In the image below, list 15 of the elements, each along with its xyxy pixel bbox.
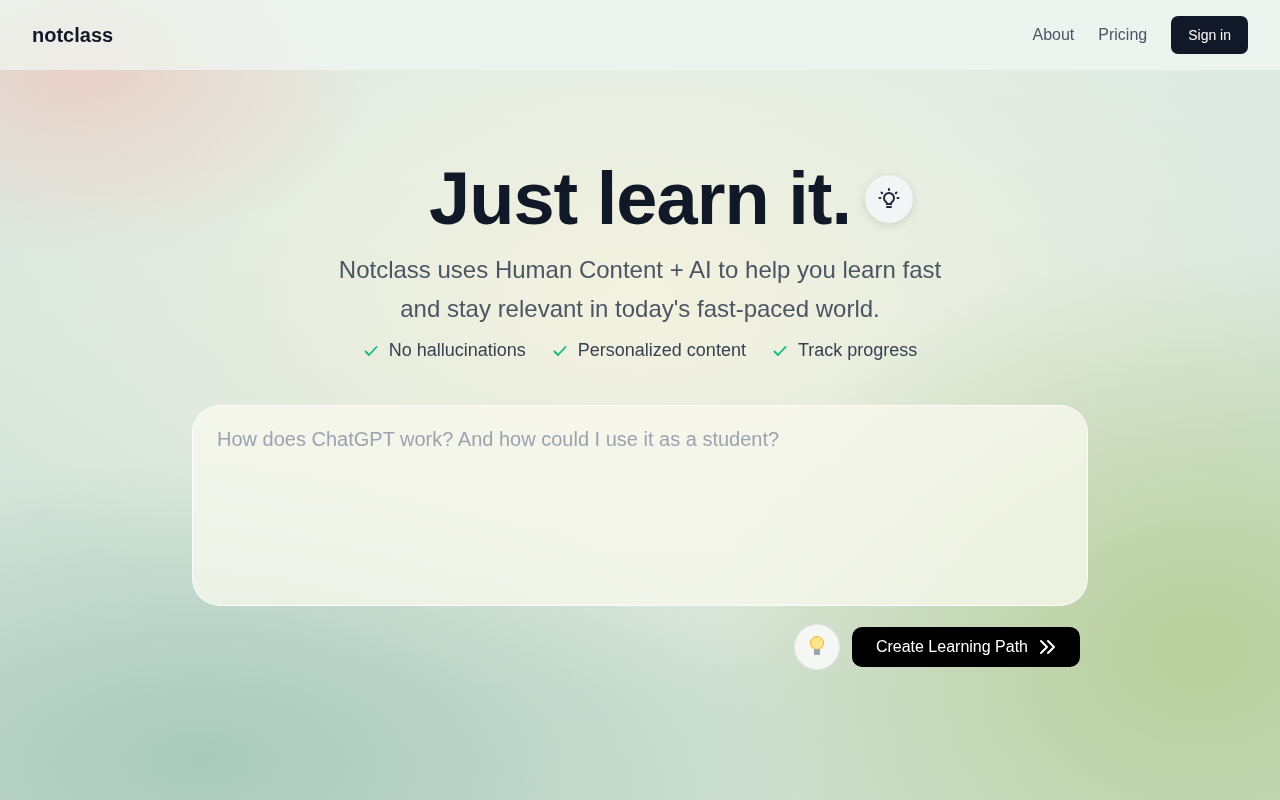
- nav-link[interactable]: Pricing: [1098, 26, 1148, 44]
- idea-button[interactable]: [793, 624, 840, 670]
- double-chevron-icon: [1038, 638, 1056, 656]
- question-input-field[interactable]: How does ChatGPT work? And how could I use it as a student?: [192, 405, 1088, 606]
- feature-label: No hallucinations: [388, 340, 526, 361]
- nav-link[interactable]: About: [1032, 26, 1075, 44]
- hero-subtitle: Notclass uses Human Content + AI to help you learn fast and stay relevant in today's fast-paced world.: [338, 255, 942, 324]
- feature-label: Track progress: [797, 340, 918, 361]
- logo[interactable]: notclass: [32, 23, 114, 47]
- lightbulb-icon: [808, 636, 825, 658]
- sign-in-button[interactable]: Sign in: [1171, 16, 1248, 54]
- hero-title: Just learn it.: [429, 156, 851, 242]
- create-learning-path-button[interactable]: Create Learning Path: [851, 627, 1080, 667]
- feature-label: Personalized content: [577, 340, 746, 361]
- lightbulb-icon: [864, 175, 913, 223]
